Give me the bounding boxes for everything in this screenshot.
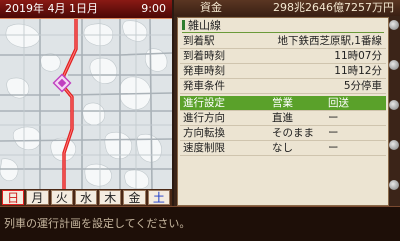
settings-header-label: 進行設定 [183, 97, 225, 109]
arrival-time-row: 到着時刻 11時07分 [180, 49, 386, 64]
turnaround-row[interactable]: 方向転換 そのまま ー [180, 126, 386, 141]
arrival-station-row: 到着駅 地下鉄西芝原駅,1番線 [180, 34, 386, 49]
line-name-header: 雑山線 [182, 20, 384, 33]
weekday-sun: 日 [2, 190, 25, 205]
weekday-tue: 火 [50, 190, 73, 205]
station-marker[interactable] [52, 73, 72, 93]
progress-settings-header: 進行設定 営業 回送 [180, 96, 386, 111]
binder-rings [388, 20, 400, 200]
funds-bar: 資金 298兆2646億7257万円 [174, 0, 400, 16]
direction-row[interactable]: 進行方向 直進 ー [180, 111, 386, 126]
departure-time-row: 発車時刻 11時12分 [180, 64, 386, 79]
funds-label: 資金 [200, 1, 222, 14]
binder-ring [389, 20, 399, 30]
row-value: 11時12分 [334, 65, 382, 77]
current-date: 2019年 4月 1日月 [5, 2, 98, 15]
weekday-wed: 水 [74, 190, 98, 205]
row-label: 到着駅 [183, 35, 215, 47]
binder-ring [389, 100, 399, 110]
schedule-sheet: 雑山線 到着駅 地下鉄西芝原駅,1番線 到着時刻 11時07分 発車時刻 11時… [177, 17, 389, 206]
row-label: 進行方向 [183, 112, 225, 124]
speed-limit-row[interactable]: 速度制限 なし ー [180, 141, 386, 156]
map-view[interactable] [0, 19, 172, 189]
deadhead-value[interactable]: ー [328, 141, 339, 155]
date-time-bar: 2019年 4月 1日月 9:00 [0, 0, 172, 19]
binder-ring [389, 180, 399, 190]
weekday-sat: 土 [147, 190, 170, 205]
deadhead-value[interactable]: ー [328, 126, 339, 140]
row-label: 速度制限 [183, 142, 225, 154]
weekday-thu: 木 [99, 190, 122, 205]
row-label: 到着時刻 [183, 50, 225, 62]
service-value[interactable]: 直進 [272, 111, 293, 125]
status-message: 列車の運行計画を設定してください。 [4, 217, 191, 230]
departure-condition-row[interactable]: 発車条件 5分停車 [180, 79, 386, 94]
weekday-bar: 日 月 火 水 木 金 土 [0, 189, 172, 206]
line-name: 雑山線 [188, 19, 221, 32]
row-value: 11時07分 [334, 50, 382, 62]
current-time: 9:00 [141, 2, 166, 15]
service-value[interactable]: なし [272, 141, 293, 155]
deadhead-column-label: 回送 [328, 97, 349, 109]
message-bar: 列車の運行計画を設定してください。 [0, 206, 400, 241]
deadhead-value[interactable]: ー [328, 111, 339, 125]
row-label: 発車条件 [183, 80, 225, 92]
service-value[interactable]: そのまま [272, 126, 314, 140]
row-value: 地下鉄西芝原駅,1番線 [277, 35, 382, 47]
line-color-marker [182, 20, 185, 30]
row-value: 5分停車 [343, 80, 382, 92]
service-column-label: 営業 [272, 97, 293, 109]
train-schedule-panel: 資金 298兆2646億7257万円 雑山線 到着駅 地下鉄西芝原駅,1番線 到… [174, 0, 400, 206]
funds-value: 298兆2646億7257万円 [273, 1, 394, 14]
row-label: 方向転換 [183, 127, 225, 139]
weekday-fri: 金 [123, 190, 146, 205]
weekday-mon: 月 [26, 190, 49, 205]
row-label: 発車時刻 [183, 65, 225, 77]
binder-ring [389, 140, 399, 150]
binder-ring [389, 60, 399, 70]
